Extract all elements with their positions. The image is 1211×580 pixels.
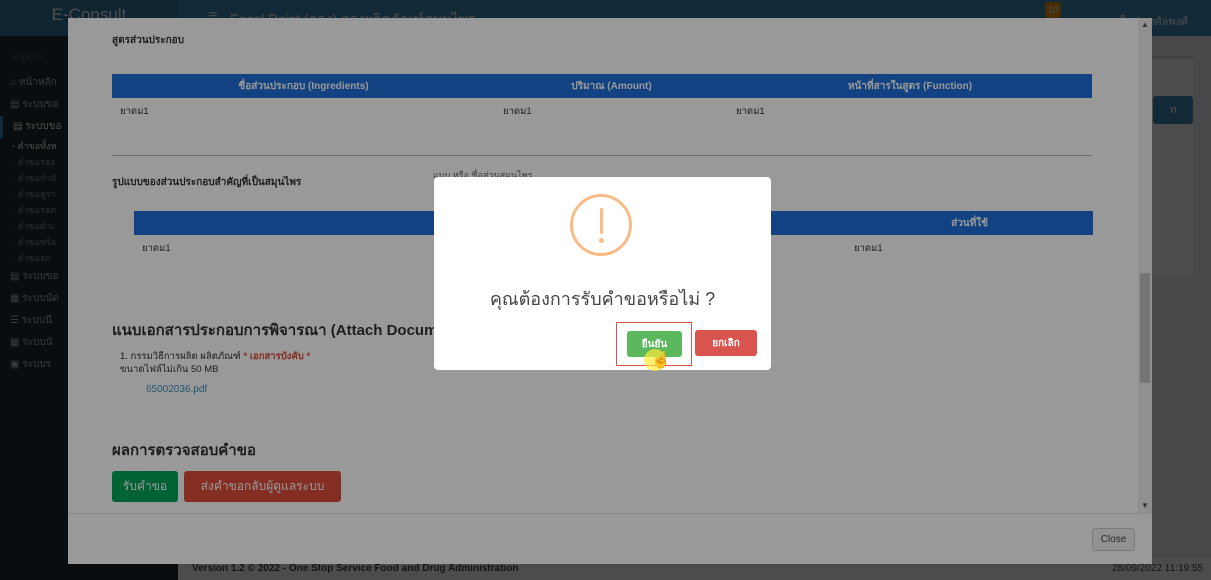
warning-icon-bar	[600, 208, 603, 234]
warning-icon	[570, 194, 632, 256]
confirm-dialog: คุณต้องการรับคำขอหรือไม่ ? ยืนยัน ยกเลิก…	[434, 177, 771, 371]
confirm-cancel-button[interactable]: ยกเลิก	[695, 330, 757, 356]
confirm-message: คุณต้องการรับคำขอหรือไม่ ?	[489, 289, 716, 309]
warning-icon-dot	[599, 238, 604, 243]
hand-cursor-icon: ☝	[651, 352, 671, 369]
